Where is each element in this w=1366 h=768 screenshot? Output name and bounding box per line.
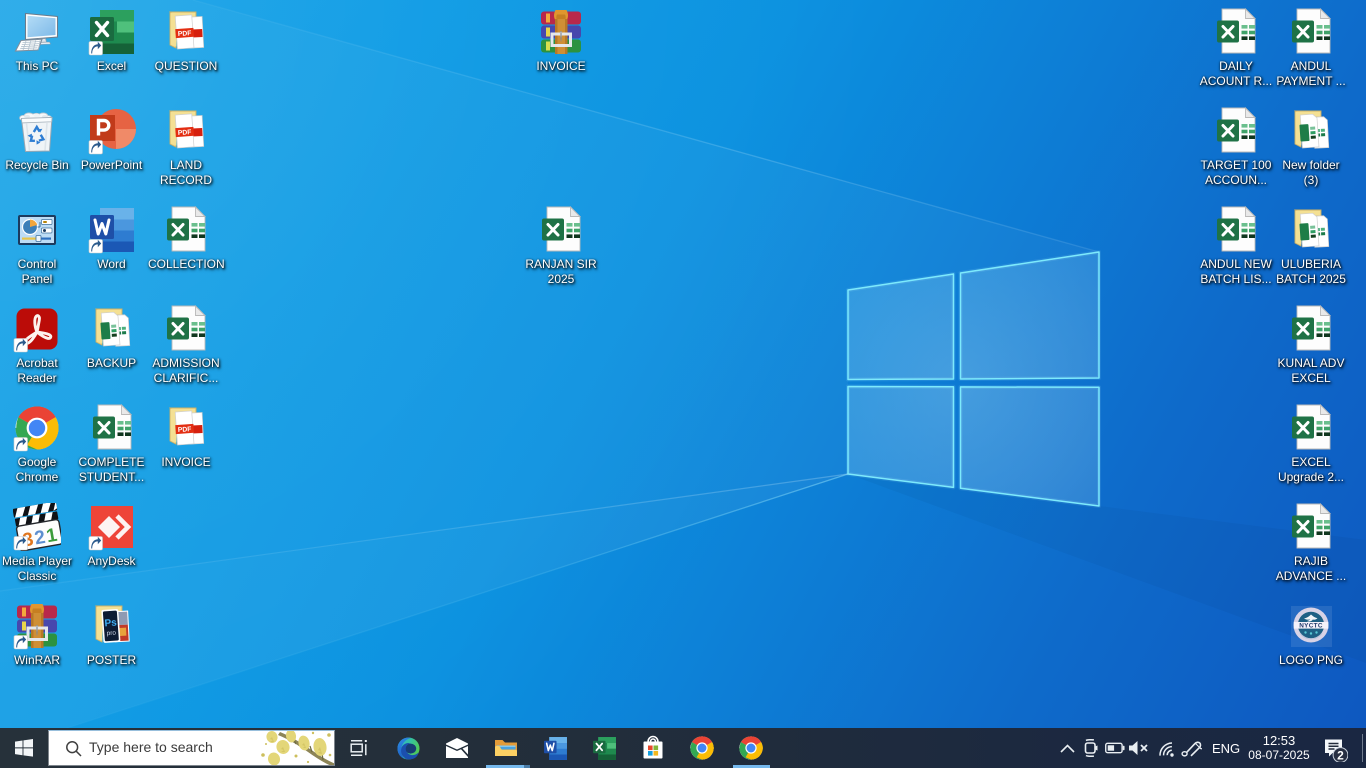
svg-text:2: 2 — [1337, 749, 1344, 763]
